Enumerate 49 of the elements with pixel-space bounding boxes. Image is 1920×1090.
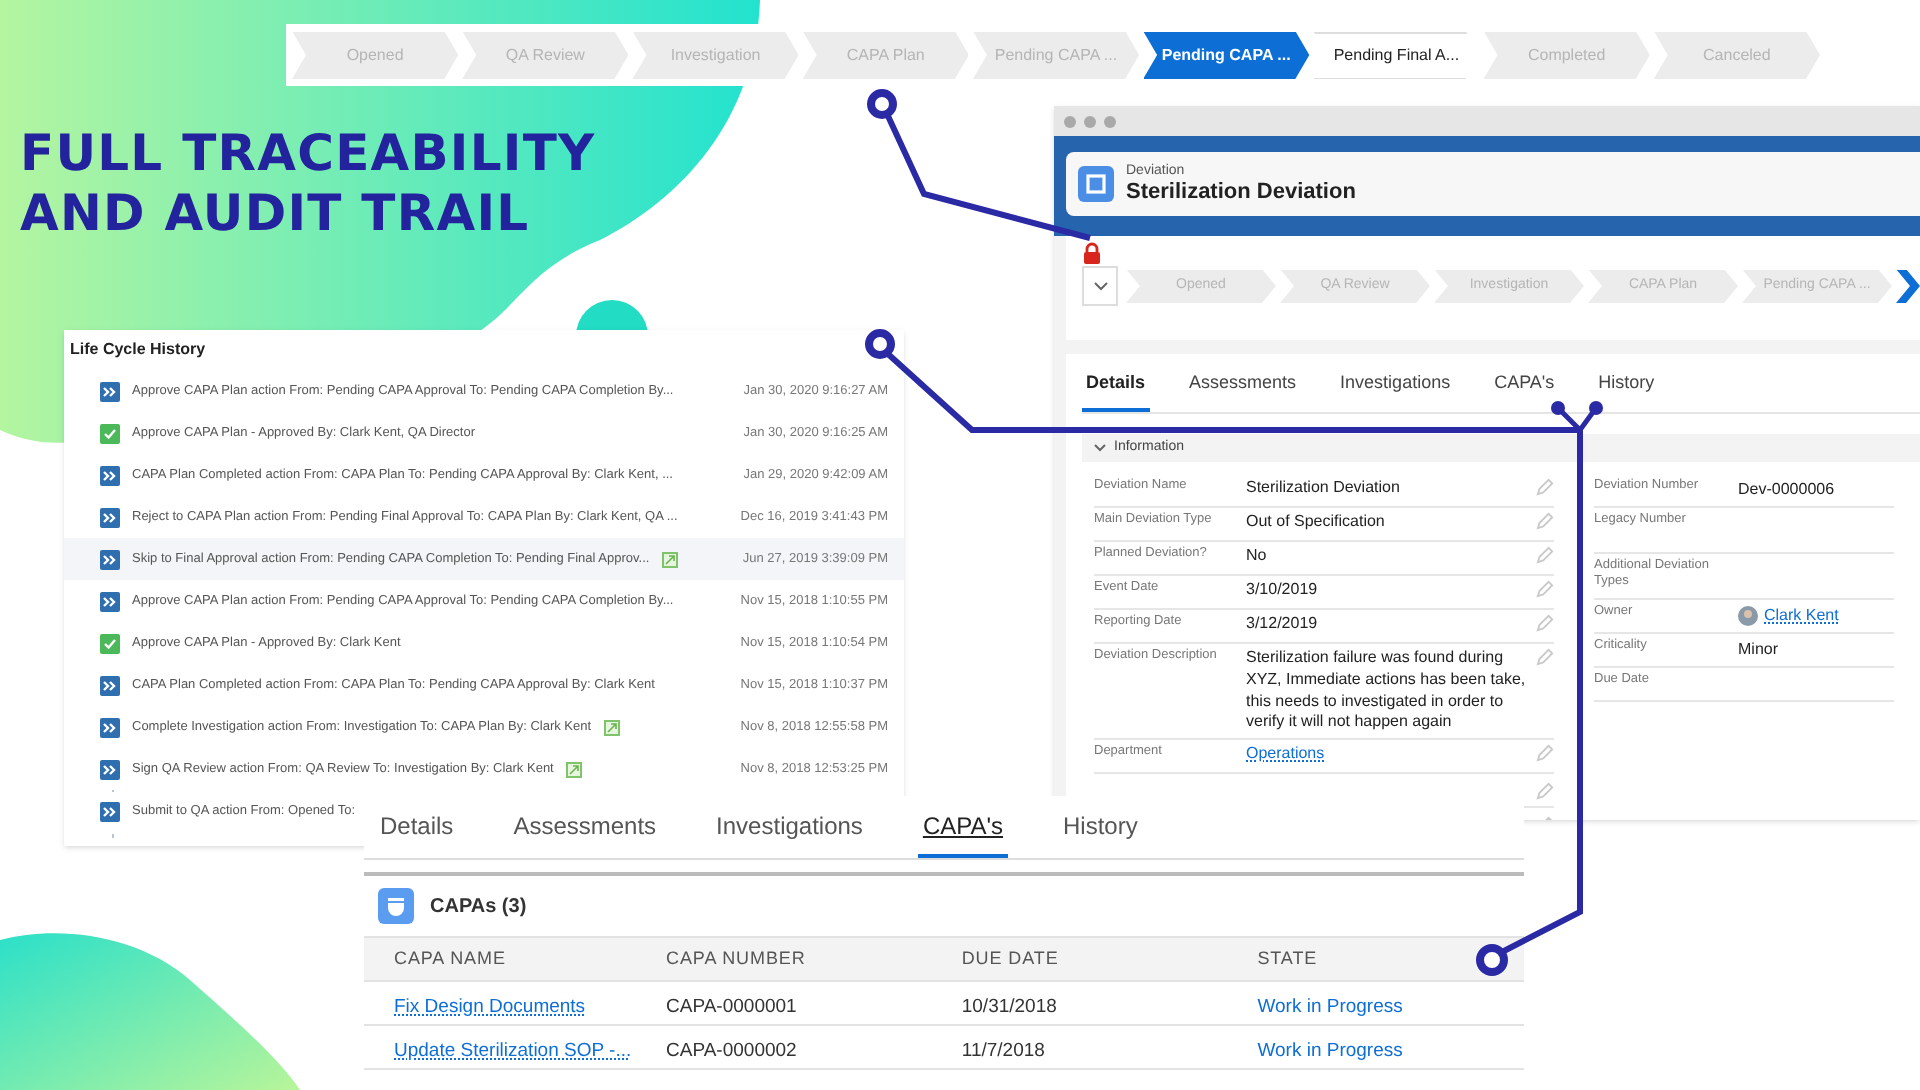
table-cell[interactable]: Fix Design Documents [394,995,586,1017]
field-value: Sterilization Deviation [1246,478,1402,500]
capa-tab[interactable]: CAPA's [918,808,1008,858]
field-value[interactable]: Operations [1246,744,1536,769]
capa-tab[interactable]: Details [376,808,458,858]
field-value: No [1246,546,1269,568]
chevron-down-icon [1093,281,1107,291]
table-cell[interactable]: Work in Progress [1257,1039,1403,1061]
capa-tab[interactable]: History [1059,808,1142,858]
capa-icon [378,888,414,924]
path-step[interactable] [1896,269,1920,303]
capa-tab[interactable]: Assessments [509,808,661,858]
field-value: 3/10/2019 [1246,580,1320,602]
record-tab[interactable]: CAPA's [1490,369,1559,412]
capa-tab[interactable]: Investigations [712,808,867,858]
headline: AND AUDIT TRAIL [20,184,532,244]
column-header: STATE [1257,945,1320,972]
column-header: DUE DATE [961,945,1061,972]
chevron-down-icon [1094,444,1106,452]
path-step[interactable]: Pending CAPA ... [1143,31,1310,79]
attachment-icon[interactable] [661,551,678,567]
owner-link[interactable]: Clark Kent [1764,604,1839,628]
capa-list-title: CAPAs (3) [430,893,527,921]
field-value: 3/12/2019 [1246,614,1320,636]
panel-title: Life Cycle History [68,338,208,362]
record-tab[interactable]: Details [1082,369,1150,412]
field-value: Sterilization failure was found during XYZ, Immediate actions has been take, this needs to investigated in order to verify it will not happen again [1246,648,1528,735]
avatar-icon [1738,606,1758,626]
lock-icon [1082,242,1102,264]
path-dropdown[interactable] [1082,266,1118,306]
table-cell: 11/7/2018 [961,1039,1045,1061]
record-tab[interactable]: History [1594,369,1659,412]
record-icon [1078,166,1114,202]
field-value: Dev-0000006 [1738,478,1835,502]
record-tab[interactable]: Assessments [1185,369,1301,412]
column-header: CAPA NUMBER [666,945,808,972]
table-cell: CAPA-0000001 [666,995,797,1017]
record-title: Sterilization Deviation [1126,182,1356,204]
column-header: CAPA NAME [394,945,508,972]
field-value: Out of Specification [1246,512,1387,534]
headline: FULL TRACEABILITY [20,124,596,184]
field-value: Minor [1738,638,1779,662]
table-cell: CAPA-0000002 [666,1039,797,1061]
attachment-icon[interactable] [565,761,582,777]
table-cell[interactable]: Work in Progress [1257,995,1403,1017]
record-tab[interactable]: Investigations [1336,369,1455,412]
table-cell: 10/31/2018 [961,995,1057,1017]
table-cell[interactable]: Update Sterilization SOP -... [394,1039,632,1061]
attachment-icon[interactable] [603,719,620,735]
